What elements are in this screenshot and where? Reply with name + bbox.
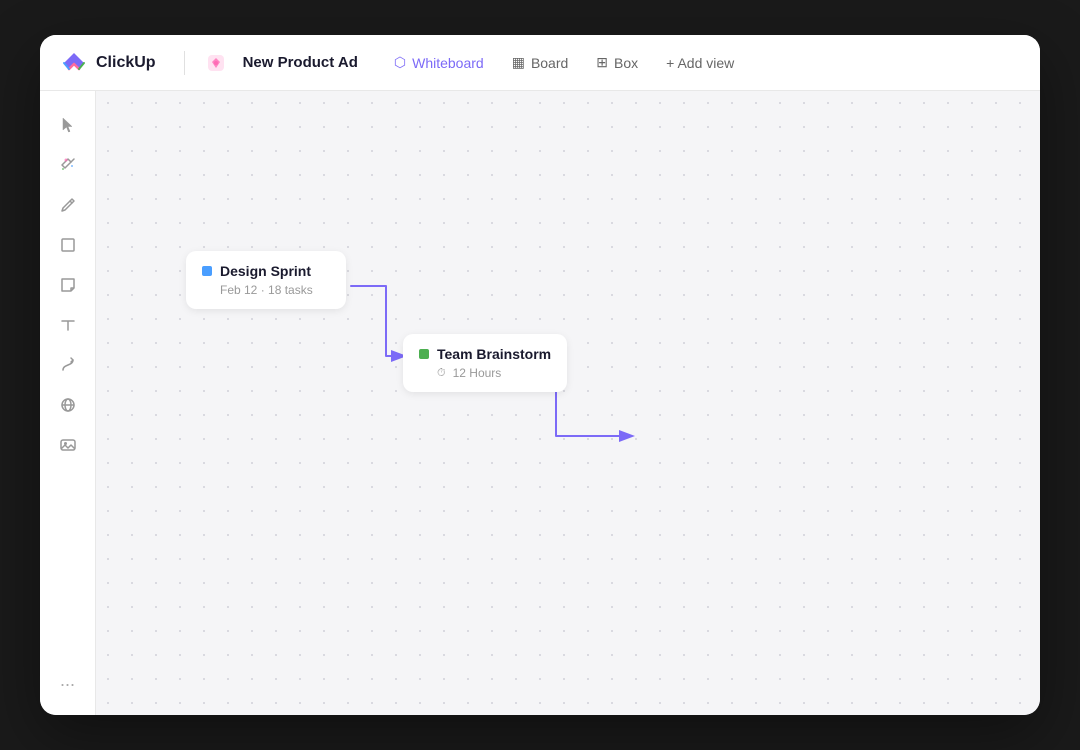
tab-box-label: Box (614, 55, 638, 71)
card-subtitle-icon-team-brainstorm: ⏱ (437, 367, 446, 380)
card-title-design-sprint: Design Sprint (220, 263, 311, 279)
header-divider (184, 51, 185, 75)
tab-whiteboard[interactable]: ⬡ Whiteboard (382, 48, 496, 77)
card-subtitle-team-brainstorm: ⏱ 12 Hours (437, 366, 551, 380)
sidebar-sticky-note-tool[interactable] (50, 267, 86, 303)
nav-tabs: ⬡ Whiteboard ▦ Board ⊞ Box + Add view (382, 48, 746, 77)
sidebar-more[interactable]: ... (52, 662, 83, 699)
header: ClickUp New Product Ad ⬡ Whiteboard ▦ Bo… (40, 35, 1040, 91)
sidebar-pen-tool[interactable] (50, 187, 86, 223)
card-title-team-brainstorm: Team Brainstorm (437, 346, 551, 362)
main-area: ... (40, 91, 1040, 715)
card-team-brainstorm[interactable]: Team Brainstorm ⏱ 12 Hours (403, 334, 567, 392)
sidebar-globe-tool[interactable] (50, 387, 86, 423)
project-name: New Product Ad (243, 54, 358, 71)
card-subtitle-design-sprint: Feb 12 · 18 tasks (220, 283, 330, 297)
tab-board-label: Board (531, 55, 568, 71)
clickup-logo-icon (60, 49, 88, 77)
whiteboard-canvas[interactable]: Design Sprint Feb 12 · 18 tasks Team Bra… (96, 91, 1040, 715)
sidebar: ... (40, 91, 96, 715)
sidebar-rectangle-tool[interactable] (50, 227, 86, 263)
sidebar-text-tool[interactable] (50, 307, 86, 343)
sidebar-cursor-tool[interactable] (50, 107, 86, 143)
box-icon: ⊞ (596, 54, 608, 71)
connector-svg (96, 91, 1040, 715)
logo-text: ClickUp (96, 54, 156, 72)
app-window: ClickUp New Product Ad ⬡ Whiteboard ▦ Bo… (40, 35, 1040, 715)
card-dot-design-sprint (202, 266, 212, 276)
add-view-button[interactable]: + Add view (654, 49, 746, 77)
sidebar-magic-pen-tool[interactable] (50, 147, 86, 183)
project-icon (205, 52, 227, 74)
whiteboard-icon: ⬡ (394, 54, 406, 71)
tab-whiteboard-label: Whiteboard (412, 55, 484, 71)
sidebar-image-tool[interactable] (50, 427, 86, 463)
card-subtitle-text-design-sprint: Feb 12 · 18 tasks (220, 283, 313, 297)
card-dot-team-brainstorm (419, 349, 429, 359)
sidebar-connector-tool[interactable] (50, 347, 86, 383)
card-subtitle-text-team-brainstorm: 12 Hours (453, 366, 502, 380)
tab-board[interactable]: ▦ Board (500, 48, 581, 77)
card-header-design-sprint: Design Sprint (202, 263, 330, 279)
board-icon: ▦ (512, 54, 525, 71)
logo[interactable]: ClickUp (60, 49, 156, 77)
card-header-team-brainstorm: Team Brainstorm (419, 346, 551, 362)
add-view-label: + Add view (666, 55, 734, 71)
card-design-sprint[interactable]: Design Sprint Feb 12 · 18 tasks (186, 251, 346, 309)
tab-box[interactable]: ⊞ Box (584, 48, 650, 77)
